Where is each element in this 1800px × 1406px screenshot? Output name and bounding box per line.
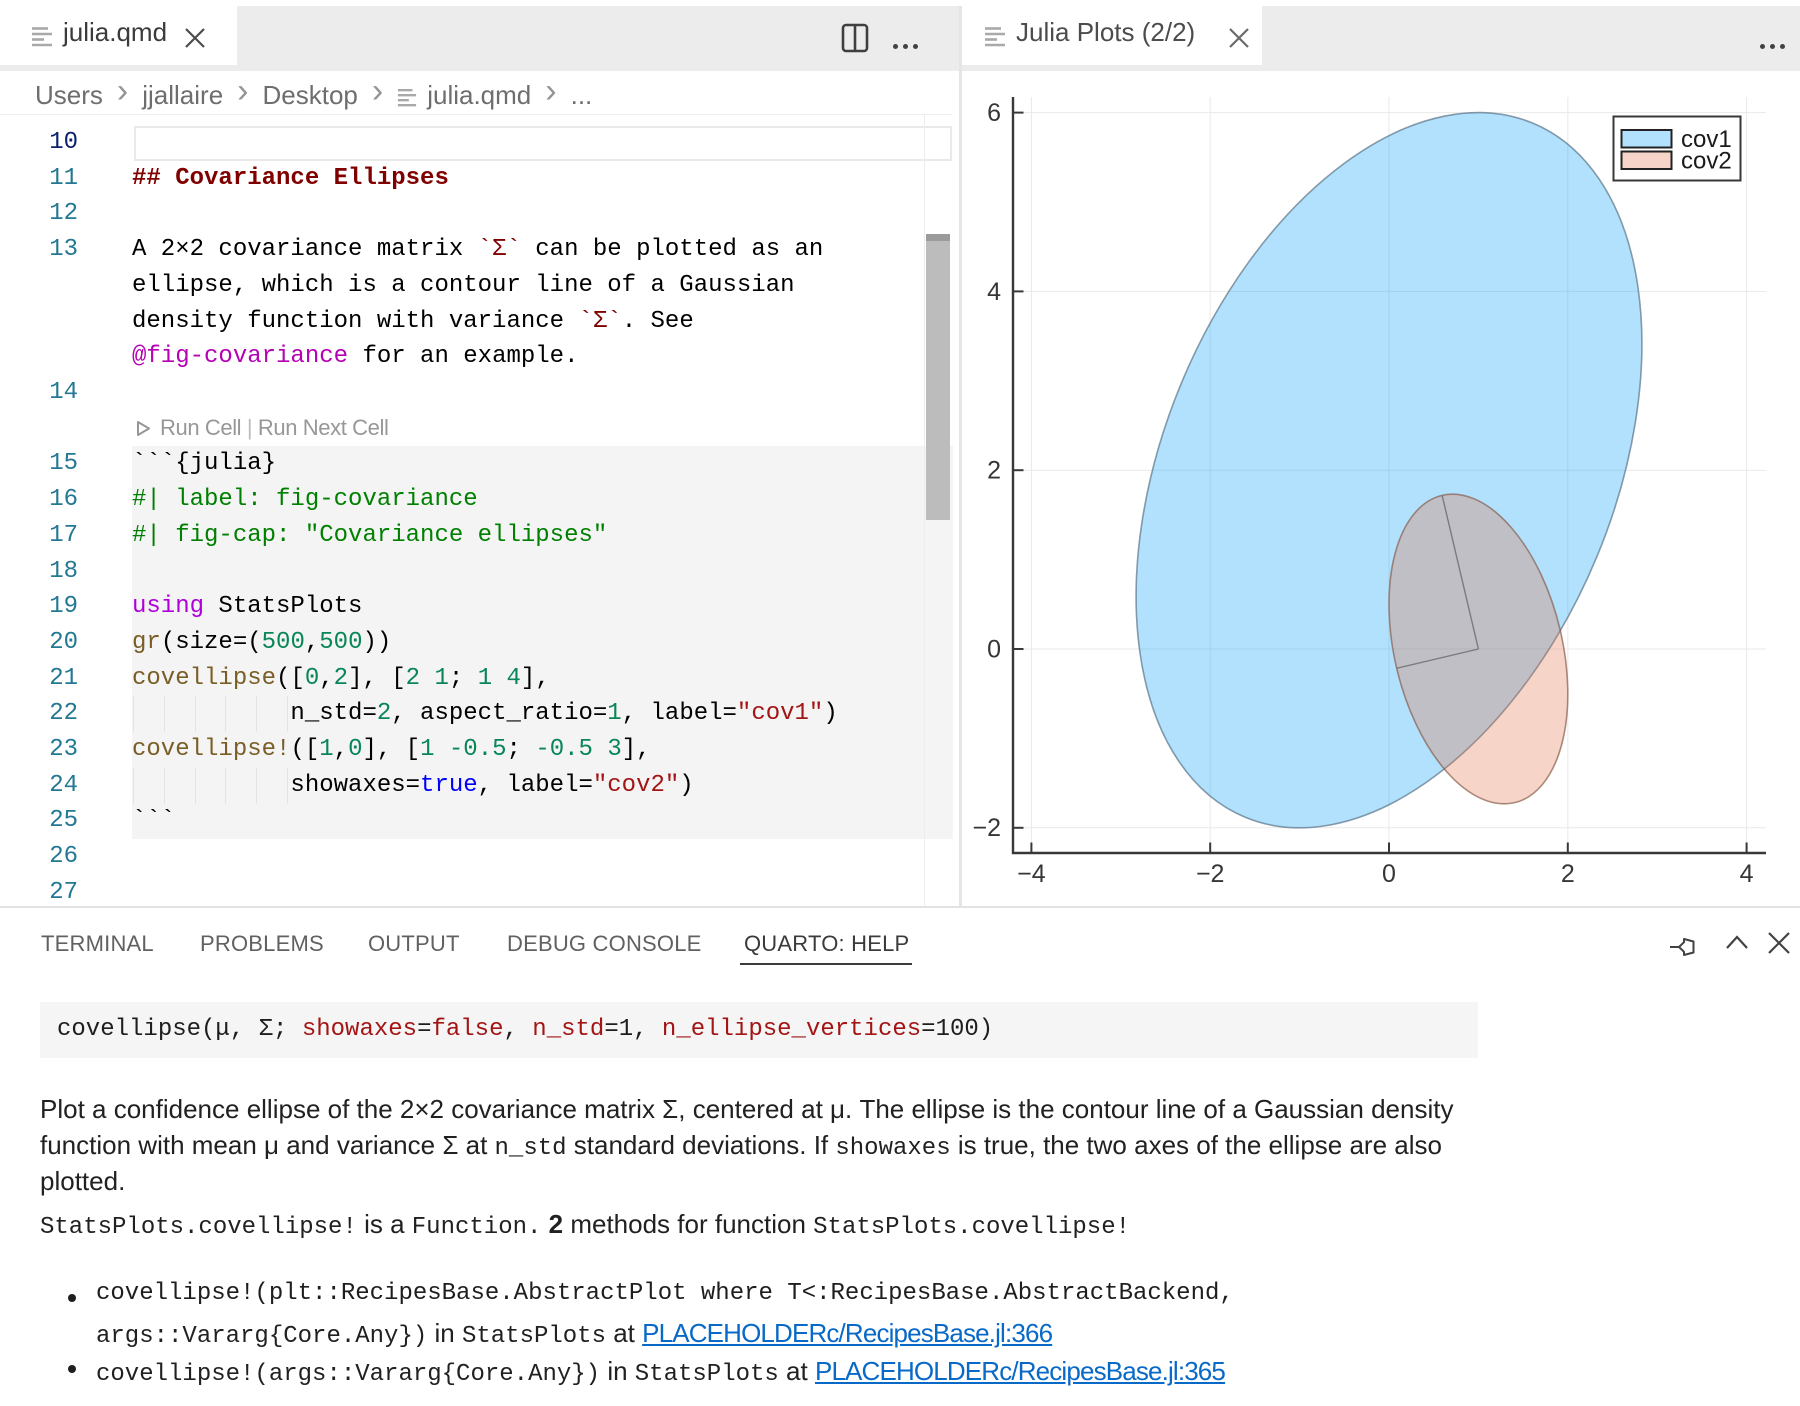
svg-text:cov2: cov2 — [1681, 148, 1732, 175]
svg-text:−2: −2 — [972, 814, 1001, 842]
svg-text:−4: −4 — [1017, 860, 1046, 888]
svg-text:0: 0 — [987, 635, 1001, 663]
svg-text:−2: −2 — [1196, 860, 1225, 888]
svg-text:4: 4 — [987, 278, 1001, 306]
svg-text:2: 2 — [987, 457, 1001, 485]
svg-text:6: 6 — [987, 99, 1001, 127]
svg-text:0: 0 — [1382, 860, 1396, 888]
svg-text:2: 2 — [1561, 860, 1575, 888]
svg-text:4: 4 — [1740, 860, 1754, 888]
